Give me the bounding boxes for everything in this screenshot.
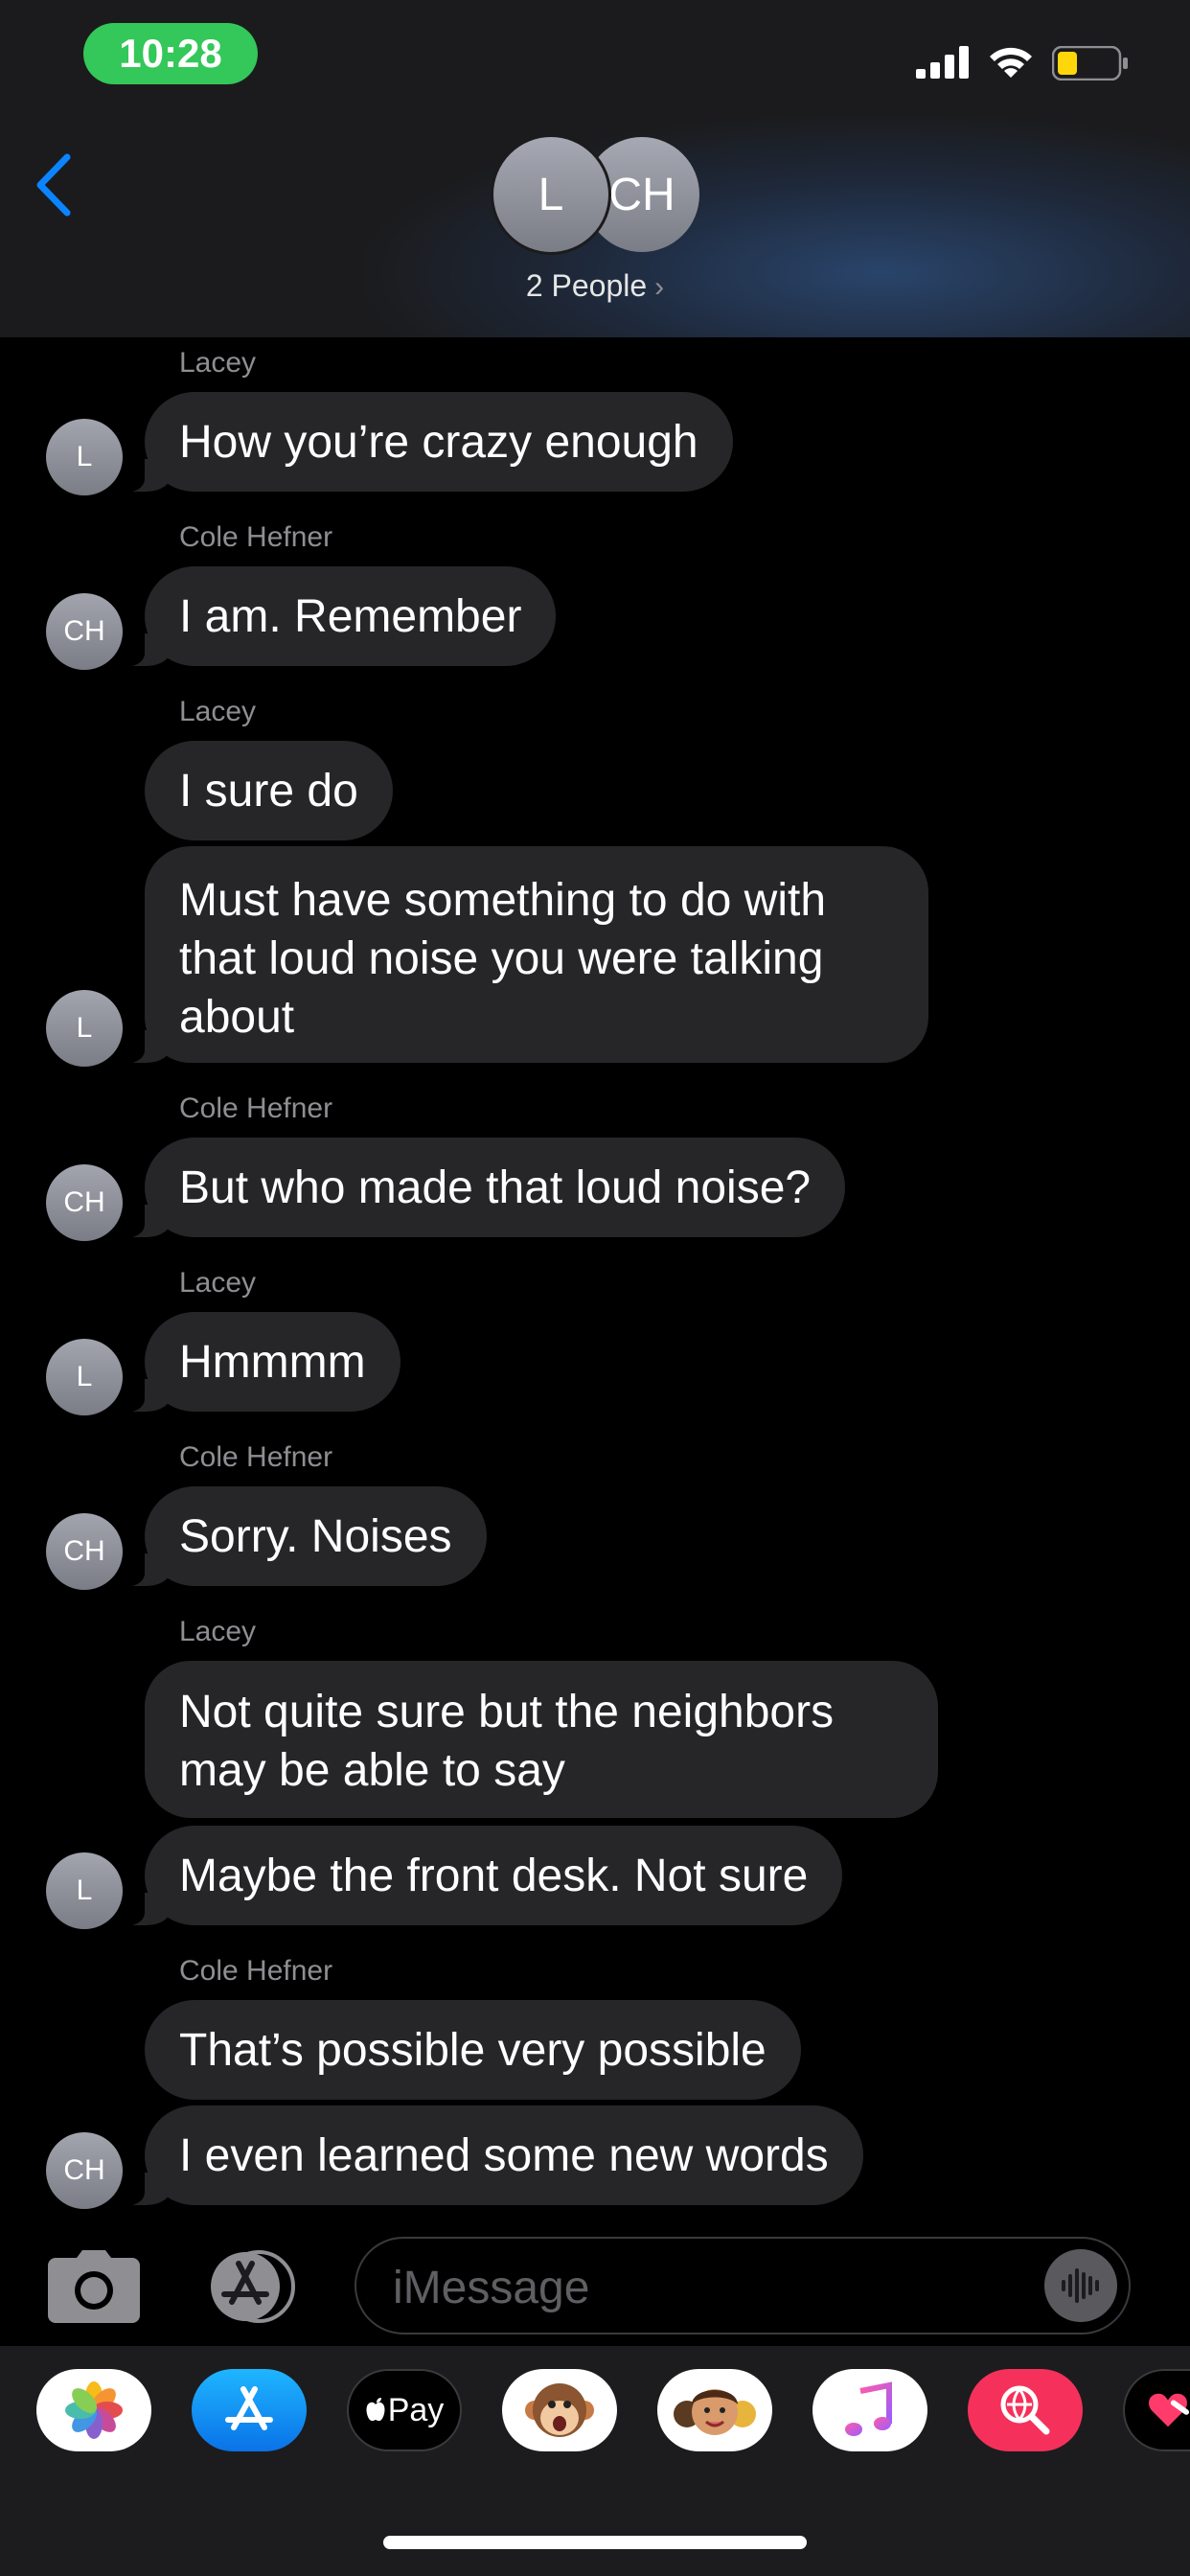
header-avatar-lacey: L [491, 134, 611, 255]
memoji-icon [674, 2389, 756, 2435]
sender-name: Cole Hefner [179, 1955, 333, 1987]
avatar[interactable]: L [46, 1852, 123, 1929]
animoji-icon [525, 2383, 594, 2437]
camera-icon[interactable] [48, 2250, 140, 2323]
apple-pay-label: Pay [387, 2391, 445, 2428]
message-text: But who made that loud noise? [179, 1162, 812, 1213]
cellular-signal-icon [916, 46, 969, 79]
apple-pay-button[interactable]: Pay [347, 2369, 462, 2451]
sender-name: Lacey [179, 696, 257, 727]
avatar[interactable]: L [46, 419, 123, 495]
music-button[interactable] [812, 2369, 927, 2451]
message-bubble[interactable]: Maybe the front desk. Not sure [117, 1826, 843, 1926]
digital-touch-icon [1149, 2393, 1190, 2427]
memoji-button[interactable] [657, 2369, 772, 2451]
message-bubble[interactable]: That’s possible very possible [145, 2000, 801, 2100]
battery-icon [1052, 46, 1128, 80]
app-store-button[interactable] [192, 2369, 307, 2451]
message-bubble[interactable]: Sorry. Noises [118, 1486, 487, 1587]
sender-name: Lacey [179, 1267, 257, 1299]
apple-logo-icon [366, 2398, 385, 2422]
message-text: I even learned some new words [179, 2129, 829, 2181]
avatar[interactable]: CH [46, 593, 123, 670]
message-text: I sure do [179, 765, 358, 816]
waveform-icon [1062, 2268, 1099, 2303]
sender-name: Cole Hefner [179, 1441, 333, 1473]
message-bubble[interactable]: I even learned some new words [118, 2105, 863, 2206]
sender-name: Lacey [179, 347, 257, 379]
avatar[interactable]: L [46, 1339, 123, 1415]
audio-message-icon[interactable] [1044, 2249, 1117, 2322]
sender-name: Lacey [179, 1616, 257, 1647]
message-text: Maybe the front desk. Not sure [179, 1850, 809, 1901]
app-drawer-icon[interactable] [199, 2250, 305, 2323]
imessage-placeholder: iMessage [393, 2263, 590, 2313]
message-text: I am. Remember [179, 590, 522, 642]
avatar[interactable]: CH [46, 1164, 123, 1241]
photos-app-button[interactable] [36, 2369, 151, 2451]
app-store-icon [225, 2386, 273, 2430]
conversation-header: 10:28 L CH 2 People › [0, 0, 1190, 337]
message-text: Sorry. Noises [179, 1510, 452, 1562]
home-indicator[interactable] [383, 2536, 807, 2549]
message-bubble[interactable]: I am. Remember [117, 566, 557, 667]
sender-name: Cole Hefner [179, 521, 333, 553]
message-bubble[interactable]: How you’re crazy enough [118, 392, 733, 493]
avatar[interactable]: CH [46, 1513, 123, 1590]
people-link-label: 2 People [525, 268, 648, 303]
message-bubble[interactable]: Hmmmm [118, 1312, 400, 1413]
web-search-button[interactable] [968, 2369, 1083, 2451]
people-link[interactable]: 2 People › [0, 268, 1190, 304]
message-bubble[interactable]: Must have something to do with that loud… [118, 846, 928, 1064]
status-time: 10:28 [83, 23, 258, 84]
message-text: Not quite sure but the neighbors may be … [179, 1687, 835, 1796]
web-search-icon [1000, 2385, 1050, 2435]
imessage-input[interactable]: iMessage [355, 2237, 1131, 2334]
wifi-icon [990, 47, 1032, 78]
music-icon [845, 2381, 892, 2436]
avatar[interactable]: L [46, 990, 123, 1067]
message-text: That’s possible very possible [179, 2024, 767, 2076]
animoji-button[interactable] [502, 2369, 617, 2451]
message-text: Hmmmm [179, 1336, 366, 1388]
back-chevron-icon[interactable] [29, 151, 77, 218]
message-text: Must have something to do with that loud… [179, 874, 827, 1043]
group-avatars[interactable]: L CH [491, 134, 701, 256]
photos-icon [65, 2381, 123, 2439]
chevron-right-icon: › [654, 271, 665, 303]
header-background-glow [364, 115, 1190, 337]
message-bubble[interactable]: I sure do [145, 741, 393, 840]
sender-name: Cole Hefner [179, 1092, 333, 1124]
message-text: How you’re crazy enough [179, 416, 698, 468]
avatar[interactable]: CH [46, 2132, 123, 2209]
message-bubble[interactable]: But who made that loud noise? [117, 1138, 846, 1238]
message-bubble[interactable]: Not quite sure but the neighbors may be … [145, 1661, 938, 1818]
